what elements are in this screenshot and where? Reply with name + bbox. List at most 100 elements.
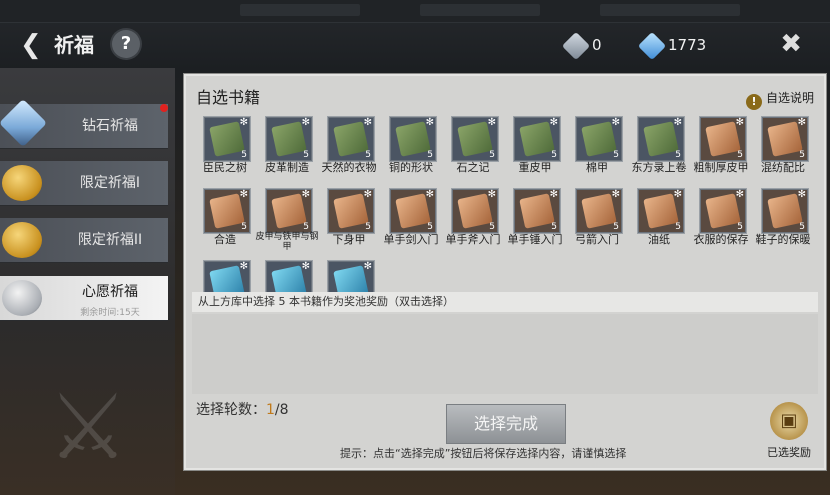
book-count: 5	[613, 222, 619, 232]
tab-label: 限定祈福II	[77, 232, 143, 248]
status-slot	[420, 4, 540, 16]
book-count: 5	[303, 150, 309, 160]
tab-limited-prayer-1[interactable]: 限定祈福I	[0, 161, 168, 206]
book-item[interactable]: ✻ 5 鞋子的保暖	[752, 186, 814, 246]
book-icon: ✻ 5	[637, 188, 685, 234]
selection-instruction: 从上方库中选择 5 本书籍作为奖池奖励（双击选择）	[192, 292, 818, 312]
book-item[interactable]: ✻ 5 单手剑入门	[380, 186, 442, 246]
book-name: 皮革制造	[265, 161, 309, 174]
book-item[interactable]: ✻ 5 合造	[194, 186, 256, 246]
book-item[interactable]: ✻ 5 下身甲	[318, 186, 380, 246]
diamond-icon	[0, 98, 48, 148]
silver-coin-icon	[2, 280, 42, 316]
book-icon: ✻ 5	[761, 116, 809, 162]
book-grid: ✻ 5 臣民之树 ✻ 5 皮革制造 ✻ 5 天然的衣物 ✻ 5 铜的形状 ✻ 5 石之记 ✻ 5 重皮甲 ✻ 5 棉甲 ✻…	[194, 114, 816, 292]
close-x-icon[interactable]: ✖	[780, 30, 802, 58]
book-item[interactable]: ✻ 5 混纺配比	[752, 114, 814, 174]
book-icon: ✻ 5	[203, 188, 251, 234]
book-item[interactable]: ✻ 5 衣服的保存	[690, 186, 752, 246]
book-icon: ✻ 5	[761, 188, 809, 234]
back-arrow-icon[interactable]: ❮	[20, 32, 44, 58]
book-name: 铜的形状	[389, 161, 433, 174]
book-item[interactable]: ✻ 5 皮革制造	[256, 114, 318, 174]
book-name: 皮甲与铁甲与钢甲	[255, 232, 319, 252]
book-selection-panel: 自选书籍 ! 自选说明 ✻ 5 臣民之树 ✻ 5 皮革制造 ✻ 5 天然的衣物 ✻ 5 铜的形状 ✻ 5 石之…	[184, 74, 826, 470]
blue-diamond-icon	[637, 31, 667, 60]
diamond-counter: 1773	[637, 31, 706, 60]
status-slot	[240, 4, 360, 16]
selected-rewards-button[interactable]: ▣ 已选奖励	[764, 402, 814, 459]
star-badge-icon: ✻	[673, 117, 682, 128]
book-icon: ✻ 5	[327, 188, 375, 234]
rounds-current: 1	[266, 402, 275, 418]
star-badge-icon: ✻	[239, 189, 248, 200]
book-item[interactable]: ✻	[318, 258, 380, 292]
book-name: 弓箭入门	[575, 233, 619, 246]
top-status-strip	[0, 0, 830, 23]
book-item[interactable]: ✻ 5 棉甲	[566, 114, 628, 174]
book-count: 5	[675, 222, 681, 232]
book-count: 5	[489, 150, 495, 160]
book-name: 天然的衣物	[321, 161, 377, 174]
book-count: 5	[303, 222, 309, 232]
book-count: 5	[427, 222, 433, 232]
tab-diamond-prayer[interactable]: 钻石祈福	[0, 98, 168, 149]
star-badge-icon: ✻	[611, 117, 620, 128]
book-count: 5	[799, 222, 805, 232]
book-icon: ✻ 5	[637, 116, 685, 162]
book-item[interactable]: ✻ 5 铜的形状	[380, 114, 442, 174]
confirm-selection-button[interactable]: 选择完成	[446, 404, 566, 444]
star-badge-icon: ✻	[735, 117, 744, 128]
book-item[interactable]: ✻ 5 粗制厚皮甲	[690, 114, 752, 174]
round-counter: 选择轮数：1/8	[196, 400, 289, 420]
tab-wish-prayer[interactable]: 心愿祈福 剩余时间:15天	[0, 276, 168, 321]
sidebar: ⚔ 钻石祈福 限定祈福I 限定祈福II 心愿祈福 剩余时间:15天	[0, 68, 175, 495]
book-icon: ✻	[203, 260, 251, 292]
star-badge-icon: ✻	[549, 117, 558, 128]
book-count: 5	[613, 150, 619, 160]
panel-title: 自选书籍	[196, 88, 261, 107]
book-count: 5	[551, 150, 557, 160]
gold-coin-icon	[2, 222, 42, 258]
book-count: 5	[489, 222, 495, 232]
book-item[interactable]: ✻ 5 臣民之树	[194, 114, 256, 174]
book-icon: ✻ 5	[699, 188, 747, 234]
tab-limited-prayer-2[interactable]: 限定祈福II	[0, 218, 168, 263]
book-item[interactable]: ✻ 5 单手斧入门	[442, 186, 504, 246]
selected-pool-area[interactable]	[192, 314, 818, 394]
star-badge-icon: ✻	[363, 261, 372, 272]
book-count: 5	[241, 222, 247, 232]
star-badge-icon: ✻	[239, 117, 248, 128]
book-item[interactable]: ✻ 5 天然的衣物	[318, 114, 380, 174]
star-badge-icon: ✻	[673, 189, 682, 200]
notification-dot	[160, 104, 168, 112]
selection-help-button[interactable]: ! 自选说明	[745, 88, 814, 110]
book-count: 5	[241, 150, 247, 160]
book-item[interactable]: ✻ 5 皮甲与铁甲与钢甲	[255, 186, 319, 252]
question-icon[interactable]: ?	[112, 30, 140, 58]
book-count: 5	[365, 150, 371, 160]
book-item[interactable]: ✻	[256, 258, 318, 292]
book-name: 混纺配比	[761, 161, 805, 174]
book-icon: ✻ 5	[327, 116, 375, 162]
book-item[interactable]: ✻ 5 弓箭入门	[566, 186, 628, 246]
star-badge-icon: ✻	[301, 189, 310, 200]
book-name: 东方录上卷	[631, 161, 687, 174]
book-name: 合造	[214, 233, 236, 246]
book-icon: ✻ 5	[389, 188, 437, 234]
book-item[interactable]: ✻ 5 重皮甲	[504, 114, 566, 174]
gold-coin-icon	[2, 165, 42, 201]
explain-label: 自选说明	[765, 91, 814, 105]
book-item[interactable]: ✻ 5 石之记	[442, 114, 504, 174]
book-item[interactable]: ✻ 5 油纸	[628, 186, 690, 246]
book-item[interactable]: ✻	[194, 258, 256, 292]
book-icon: ✻ 5	[451, 188, 499, 234]
star-badge-icon: ✻	[425, 117, 434, 128]
treasure-chest-icon: ▣	[770, 402, 808, 440]
book-item[interactable]: ✻ 5 单手锤入门	[504, 186, 566, 246]
book-name: 重皮甲	[518, 161, 552, 174]
book-icon: ✻ 5	[389, 116, 437, 162]
star-badge-icon: ✻	[487, 189, 496, 200]
book-icon: ✻ 5	[575, 116, 623, 162]
book-item[interactable]: ✻ 5 东方录上卷	[628, 114, 690, 174]
